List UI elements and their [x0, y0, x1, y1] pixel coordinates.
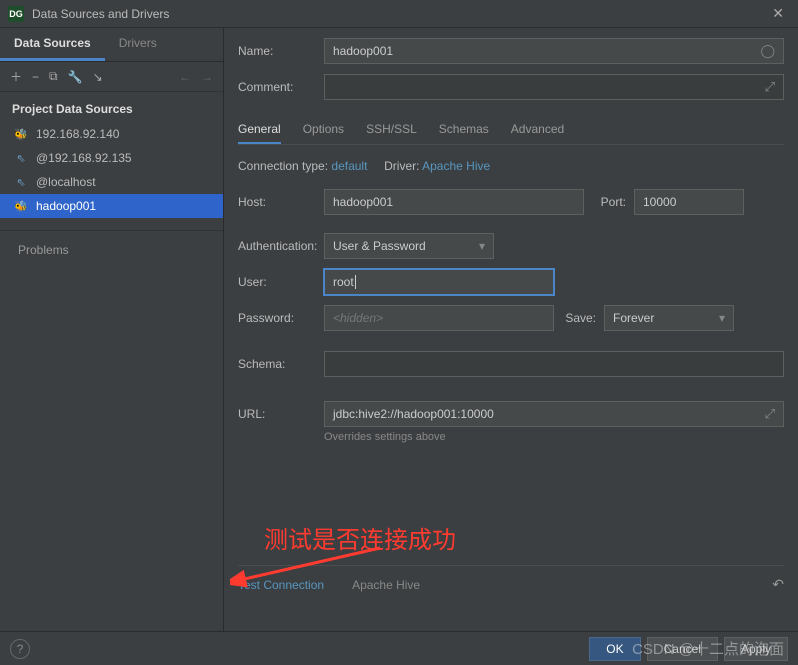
conn-type-link[interactable]: default	[331, 159, 367, 173]
driver-name-link[interactable]: Apache Hive	[352, 578, 420, 592]
driver-link[interactable]: Apache Hive	[422, 159, 490, 173]
button-bar: ? OK Cancel Apply	[0, 631, 798, 665]
ds-item-1[interactable]: ⇖@192.168.92.135	[0, 146, 223, 170]
tab-general[interactable]: General	[238, 116, 281, 144]
url-label: URL:	[238, 407, 324, 421]
hive-icon: 🐝	[14, 199, 28, 213]
db-icon: ⇖	[14, 151, 28, 165]
comment-label: Comment:	[238, 80, 324, 94]
auth-label: Authentication:	[238, 239, 324, 253]
close-icon[interactable]: ✕	[766, 5, 790, 22]
host-label: Host:	[238, 195, 324, 209]
expand-icon[interactable]: ⤢	[765, 406, 775, 422]
back-icon[interactable]: ←	[179, 70, 191, 84]
left-toolbar: ＋ − ⧉ 🔧 ↘ ← →	[0, 62, 223, 92]
expand-icon[interactable]: ⤢	[765, 79, 775, 95]
tab-options[interactable]: Options	[303, 116, 344, 144]
tab-schemas[interactable]: Schemas	[439, 116, 489, 144]
forward-icon[interactable]: →	[201, 70, 213, 84]
section-title: Project Data Sources	[0, 92, 223, 122]
user-input[interactable]: root	[324, 269, 554, 295]
remove-icon[interactable]: −	[32, 70, 39, 84]
ds-item-3[interactable]: 🐝hadoop001	[0, 194, 223, 218]
url-note: Overrides settings above	[324, 431, 784, 443]
ds-item-0[interactable]: 🐝192.168.92.140	[0, 122, 223, 146]
titlebar: DG Data Sources and Drivers ✕	[0, 0, 798, 28]
right-panel: Name: hadoop001◯ Comment: ⤢ General Opti…	[224, 28, 798, 631]
settings-tabs: General Options SSH/SSL Schemas Advanced	[238, 116, 784, 145]
copy-icon[interactable]: ⧉	[49, 69, 58, 84]
ok-button[interactable]: OK	[589, 637, 640, 661]
tab-ssh[interactable]: SSH/SSL	[366, 116, 417, 144]
hive-icon: 🐝	[14, 127, 28, 141]
save-select[interactable]: Forever▾	[604, 305, 734, 331]
connection-line: Connection type: default Driver: Apache …	[238, 159, 784, 173]
ds-item-2[interactable]: ⇖@localhost	[0, 170, 223, 194]
bottom-links: Test Connection Apache Hive ↶	[238, 565, 784, 593]
chevron-down-icon: ▾	[479, 239, 485, 253]
left-panel: Data Sources Drivers ＋ − ⧉ 🔧 ↘ ← → Proje…	[0, 28, 224, 631]
name-label: Name:	[238, 44, 324, 58]
left-tabs: Data Sources Drivers	[0, 28, 223, 62]
db-icon: ⇖	[14, 175, 28, 189]
window-title: Data Sources and Drivers	[32, 7, 766, 21]
save-label: Save:	[554, 311, 604, 325]
user-label: User:	[238, 275, 324, 289]
chevron-down-icon: ▾	[719, 311, 725, 325]
tab-advanced[interactable]: Advanced	[511, 116, 564, 144]
password-label: Password:	[238, 311, 324, 325]
host-input[interactable]: hadoop001	[324, 189, 584, 215]
port-label: Port:	[584, 195, 634, 209]
clear-icon[interactable]: ◯	[760, 43, 775, 59]
problems-section[interactable]: Problems	[0, 231, 223, 269]
test-connection-link[interactable]: Test Connection	[238, 578, 324, 592]
apply-button[interactable]: Apply	[724, 637, 788, 661]
auth-select[interactable]: User & Password▾	[324, 233, 494, 259]
add-icon[interactable]: ＋	[10, 68, 22, 85]
cancel-button[interactable]: Cancel	[647, 637, 718, 661]
help-icon[interactable]: ?	[10, 639, 30, 659]
tab-drivers[interactable]: Drivers	[105, 28, 171, 61]
password-input[interactable]: <hidden>	[324, 305, 554, 331]
schema-input[interactable]	[324, 351, 784, 377]
tab-data-sources[interactable]: Data Sources	[0, 28, 105, 61]
wrench-icon[interactable]: 🔧	[68, 70, 83, 84]
port-input[interactable]: 10000	[634, 189, 744, 215]
name-input[interactable]: hadoop001◯	[324, 38, 784, 64]
app-icon: DG	[8, 6, 24, 22]
comment-input[interactable]: ⤢	[324, 74, 784, 100]
schema-label: Schema:	[238, 357, 324, 371]
undo-icon[interactable]: ↶	[772, 576, 784, 593]
url-input[interactable]: jdbc:hive2://hadoop001:10000⤢	[324, 401, 784, 427]
import-icon[interactable]: ↘	[93, 70, 103, 84]
